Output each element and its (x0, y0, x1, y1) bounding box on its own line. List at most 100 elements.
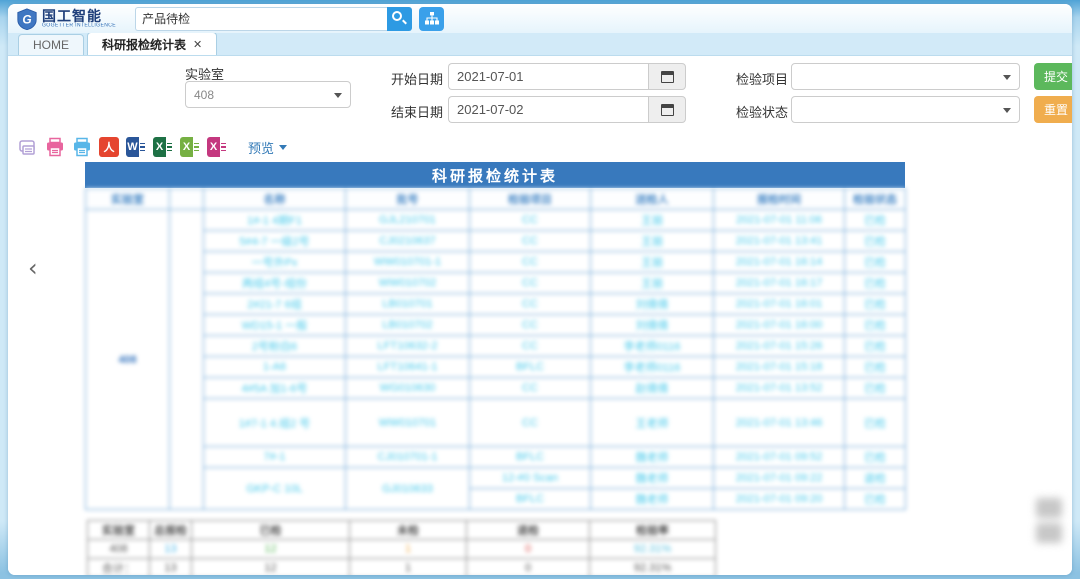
summary-lab-cell: 合计： (88, 559, 150, 576)
tab-report[interactable]: 科研报检统计表 ✕ (87, 32, 217, 55)
close-icon[interactable]: ✕ (193, 38, 202, 51)
name-cell: 7#-1 (204, 447, 346, 468)
start-date-calendar-button[interactable] (648, 63, 686, 90)
end-date-label: 结束日期 (391, 102, 443, 121)
collapse-chevron-icon[interactable]: ‹ (28, 254, 38, 282)
item-cell: CC (470, 399, 591, 447)
item-cell: CC (470, 294, 591, 315)
status-label: 检验状态 (736, 102, 788, 121)
batch-cell: CJ010701-1 (346, 447, 470, 468)
app-logo: G 国工智能 GOGETTER INTELLIGENCE (16, 8, 129, 30)
lab-cell: 408 (86, 210, 170, 510)
table-row: 两组4号-组份WW010702CC王丽2021-07-01 16:17已检 (86, 273, 906, 294)
column-header: 名称 (204, 189, 346, 210)
column-header: 送检人 (591, 189, 714, 210)
summary-row: 40813121092.31% (88, 540, 716, 559)
pdf-export-icon[interactable]: 人 (99, 137, 119, 157)
item-cell: BFLC (470, 357, 591, 378)
person-cell: 王丽 (591, 252, 714, 273)
status-cell: 已检 (845, 447, 906, 468)
status-cell: 已检 (845, 399, 906, 447)
table-row: 7#-1CJ010701-1BFLC魏老师2021-07-01 09:52已检 (86, 447, 906, 468)
sitemap-button[interactable] (419, 7, 444, 31)
person-cell: 王丽 (591, 273, 714, 294)
search-button[interactable] (387, 7, 412, 31)
lab-select[interactable]: 408 (185, 81, 351, 108)
status-cell: 已检 (845, 315, 906, 336)
column-header: 检验项目 (470, 189, 591, 210)
scroll-down-button[interactable] (1036, 523, 1062, 543)
tab-home-label: HOME (33, 38, 69, 52)
name-cell: 1-A6 (204, 357, 346, 378)
global-search-input[interactable] (135, 7, 387, 31)
tab-report-label: 科研报检统计表 (102, 36, 186, 53)
chevron-down-icon (1003, 108, 1011, 113)
print-preview-icon[interactable] (18, 137, 38, 157)
logo-text: 国工智能 GOGETTER INTELLIGENCE (42, 9, 129, 29)
batch-cell: LFT10632-2 (346, 336, 470, 357)
table-row: WD15-1 一般LB010702CC刘倩倩2021-07-01 16:00已检 (86, 315, 906, 336)
column-header: 批号 (346, 189, 470, 210)
name-cell: 2#21-7 6组 (204, 294, 346, 315)
printer-blue-icon[interactable] (72, 137, 92, 157)
summary-done-cell: 12 (192, 559, 350, 576)
logo-shield-icon: G (16, 8, 38, 30)
calendar-icon (661, 104, 674, 116)
floating-scroll-buttons (1036, 498, 1062, 548)
person-cell: 王丽 (591, 231, 714, 252)
table-row: 1#7-1 4.组2 号WW010701CC王老师2021-07-01 13:4… (86, 399, 906, 447)
excel3-export-icon[interactable]: X (207, 137, 227, 157)
lab-select-value: 408 (194, 88, 214, 102)
status-cell: 已检 (845, 273, 906, 294)
tab-home[interactable]: HOME (18, 34, 84, 55)
status-cell: 已检 (845, 252, 906, 273)
end-date-input[interactable] (448, 96, 648, 123)
search-icon (392, 11, 402, 21)
word-export-icon[interactable]: W (126, 137, 146, 157)
start-date-label: 开始日期 (391, 69, 443, 88)
time-cell: 2021-07-01 13:52 (714, 378, 845, 399)
name-cell: 5#4-7 一级2号 (204, 231, 346, 252)
summary-done-cell: 12 (192, 540, 350, 559)
item-select[interactable] (791, 63, 1020, 90)
batch-cell: LFT10641-1 (346, 357, 470, 378)
sitemap-icon (425, 12, 439, 25)
printer-pink-icon[interactable] (45, 137, 65, 157)
summary-column-header: 检验率 (590, 521, 716, 540)
summary-lab-cell: 408 (88, 540, 150, 559)
preview-dropdown[interactable]: 预览 (248, 138, 287, 157)
name-cell: GKP-C 10L (204, 468, 346, 510)
excel-export-icon[interactable]: X (153, 137, 173, 157)
report-area: ‹ 科研报检统计表 实验室名称批号检验项目送检人报检时间检验状态 4081#-1… (8, 162, 1072, 575)
item-cell: CC (470, 231, 591, 252)
submit-button[interactable]: 提交 (1034, 63, 1072, 90)
person-cell: 王丽 (591, 210, 714, 231)
name-cell: 2号粉白6 (204, 336, 346, 357)
name-cell: WD15-1 一般 (204, 315, 346, 336)
excel2-export-icon[interactable]: X (180, 137, 200, 157)
item-cell: CC (470, 315, 591, 336)
batch-cell: WG010630 (346, 378, 470, 399)
table-row: 4#5A 加1-6号WG010630CC赵倩倩2021-07-01 13:52已… (86, 378, 906, 399)
batch-cell: WW010702 (346, 273, 470, 294)
table-row: 4081#-1 4期F1GJL210701CC王丽2021-07-01 11:0… (86, 210, 906, 231)
status-select[interactable] (791, 96, 1020, 123)
spacer-cell (170, 210, 204, 510)
item-cell: CC (470, 252, 591, 273)
time-cell: 2021-07-01 13:46 (714, 399, 845, 447)
summary-rate-cell: 92.31% (590, 540, 716, 559)
report-header-row: 实验室名称批号检验项目送检人报检时间检验状态 (86, 189, 906, 210)
time-cell: 2021-07-01 11:06 (714, 210, 845, 231)
tab-bar: HOME 科研报检统计表 ✕ (8, 33, 1072, 56)
name-cell: 1#7-1 4.组2 号 (204, 399, 346, 447)
start-date-input[interactable] (448, 63, 648, 90)
chevron-down-icon (1003, 75, 1011, 80)
end-date-calendar-button[interactable] (648, 96, 686, 123)
report-preview: 科研报检统计表 实验室名称批号检验项目送检人报检时间检验状态 4081#-1 4… (85, 162, 905, 510)
item-cell: BFLC (470, 447, 591, 468)
status-cell: 已检 (845, 336, 906, 357)
summary-total-cell: 13 (150, 559, 192, 576)
reset-button[interactable]: 重置 (1034, 96, 1072, 123)
app-window: G 国工智能 GOGETTER INTELLIGENCE (8, 4, 1072, 575)
scroll-up-button[interactable] (1036, 498, 1062, 518)
